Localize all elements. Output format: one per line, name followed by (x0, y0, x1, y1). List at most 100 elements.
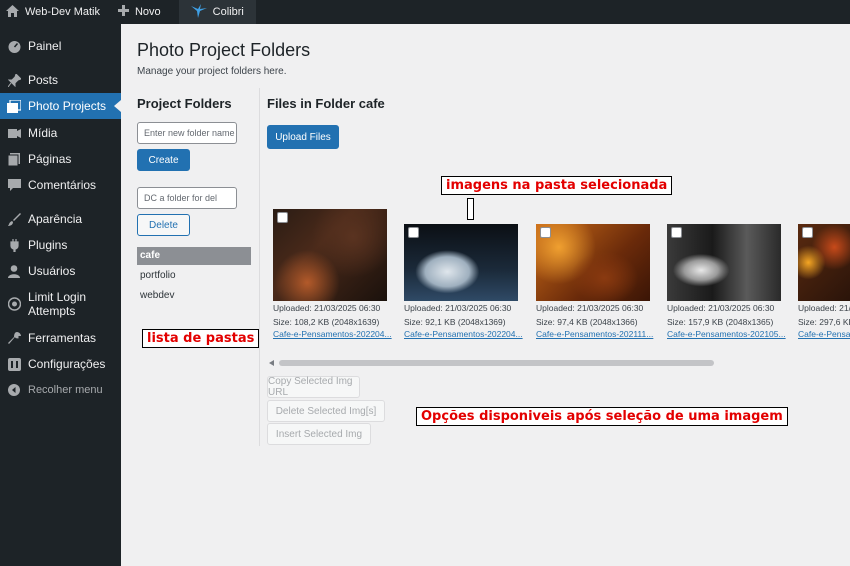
folder-item-cafe[interactable]: cafe (137, 247, 251, 265)
colibri-link[interactable]: Colibri (178, 0, 256, 24)
file-name-link[interactable]: Cafe-e-Pensa... (798, 329, 850, 339)
settings-icon (7, 357, 21, 371)
sidebar-item-label: Configurações (28, 357, 106, 371)
sidebar-item-label: Recolher menu (28, 384, 103, 396)
site-name-label: Web-Dev Matik (25, 6, 100, 18)
sidebar-item-comentarios[interactable]: Comentários (0, 173, 121, 197)
comment-icon (7, 178, 21, 192)
page-subtitle: Manage your project folders here. (137, 66, 287, 77)
select-checkbox[interactable] (277, 212, 288, 223)
file-card[interactable]: Uploaded: 21/03/2025 06:30 Size: 92,1 KB… (404, 224, 526, 339)
file-card[interactable]: Uploaded: 21/03/2025 06:30 Size: 97,4 KB… (536, 224, 658, 339)
user-icon (7, 264, 21, 278)
sidebar-item-configuracoes[interactable]: Configurações (0, 352, 121, 376)
collapse-menu-button[interactable]: Recolher menu (0, 378, 121, 402)
select-checkbox[interactable] (671, 227, 682, 238)
file-card[interactable]: Uploaded: 21/03/2025 06:30 Size: 108,2 K… (273, 209, 395, 339)
file-thumbnail[interactable] (667, 224, 781, 301)
sidebar-item-paginas[interactable]: Páginas (0, 147, 121, 171)
new-label: Novo (134, 6, 161, 18)
file-size: Size: 157,9 KB (2048x1365) (667, 317, 774, 327)
plus-icon (117, 5, 135, 19)
file-name-link[interactable]: Cafe-e-Pensamentos-202204... (404, 329, 526, 339)
annotation-options: Opções disponiveis após seleção de uma i… (416, 407, 788, 426)
sidebar-item-label: Comentários (28, 178, 97, 192)
file-uploaded: Uploaded: 21/03/2025 06:30 (536, 303, 644, 313)
file-size: Size: 97,4 KB (2048x1366) (536, 317, 638, 327)
files-horizontal-scrollbar[interactable] (267, 358, 850, 368)
annotation-images: imagens na pasta selecionada (441, 176, 673, 195)
pin-icon (7, 73, 21, 87)
file-size: Size: 92,1 KB (2048x1369) (404, 317, 506, 327)
delete-folder-input[interactable]: DC a folder for del (137, 187, 237, 209)
file-uploaded: Uploaded: 21/03/2025 06:30 (798, 303, 850, 313)
new-folder-input[interactable]: Enter new folder name (137, 122, 237, 144)
sidebar-item-painel[interactable]: Painel (0, 34, 121, 58)
select-checkbox[interactable] (802, 227, 813, 238)
new-content-link[interactable]: Novo (112, 0, 167, 24)
delete-folder-button[interactable]: Delete (137, 214, 190, 236)
sidebar-item-limit-login[interactable]: Limit Login Attempts (0, 289, 121, 319)
brush-icon (7, 212, 21, 226)
pages-icon (7, 152, 21, 166)
folder-item-webdev[interactable]: webdev (137, 287, 251, 305)
folders-heading: Project Folders (137, 96, 232, 111)
file-thumbnail[interactable] (798, 224, 850, 301)
dashboard-icon (7, 39, 21, 53)
file-uploaded: Uploaded: 21/03/2025 06:30 (404, 303, 512, 313)
select-checkbox[interactable] (408, 227, 419, 238)
plugin-icon (7, 238, 21, 252)
annotation-pointer (467, 198, 474, 220)
wrench-icon (7, 331, 21, 345)
sidebar-item-label: Aparência (28, 212, 83, 226)
sidebar-item-label: Páginas (28, 152, 72, 166)
sidebar-item-label: Posts (28, 73, 59, 87)
file-thumbnail[interactable] (536, 224, 650, 301)
sidebar-item-label: Painel (28, 39, 62, 53)
colibri-label: Colibri (212, 6, 244, 18)
delete-images-button[interactable]: Delete Selected Img[s] (267, 400, 385, 422)
annotation-folders: lista de pastas (142, 329, 260, 348)
sidebar-item-label: Ferramentas (28, 331, 97, 345)
home-icon (6, 4, 25, 20)
file-uploaded: Uploaded: 21/03/2025 06:30 (667, 303, 775, 313)
sidebar-item-usuarios[interactable]: Usuários (0, 259, 121, 283)
sidebar-item-aparencia[interactable]: Aparência (0, 207, 121, 231)
file-thumbnail[interactable] (273, 209, 387, 301)
images-icon (7, 99, 21, 113)
column-divider (259, 88, 260, 446)
file-size: Size: 297,6 KB (798, 317, 850, 327)
select-checkbox[interactable] (540, 227, 551, 238)
scroll-left-arrow-icon[interactable] (269, 360, 274, 366)
sidebar-item-posts[interactable]: Posts (0, 68, 121, 92)
create-folder-button[interactable]: Create (137, 149, 190, 171)
shield-icon (7, 297, 21, 311)
sidebar-item-label: Photo Projects (28, 99, 107, 113)
sidebar-item-label: Plugins (28, 238, 68, 252)
sidebar-item-label: Mídia (28, 126, 58, 140)
scroll-thumb[interactable] (279, 360, 714, 366)
admin-bar: Web-Dev Matik Novo Colibri (0, 0, 850, 24)
file-card[interactable]: Uploaded: 21/03/2025 06:30 Size: 157,9 K… (667, 224, 789, 339)
sidebar-item-photo-projects[interactable]: Photo Projects (0, 93, 121, 119)
copy-url-button[interactable]: Copy Selected Img URL (267, 376, 360, 398)
file-card[interactable]: Uploaded: 21/03/2025 06:30 Size: 297,6 K… (798, 224, 850, 339)
file-name-link[interactable]: Cafe-e-Pensamentos-202105... (667, 329, 789, 339)
folder-item-portfolio[interactable]: portfolio (137, 267, 251, 285)
file-thumbnail[interactable] (404, 224, 518, 301)
sidebar-item-plugins[interactable]: Plugins (0, 233, 121, 257)
media-icon (7, 126, 21, 140)
hummingbird-icon (190, 3, 213, 21)
insert-image-button[interactable]: Insert Selected Img (267, 423, 371, 445)
page-title: Photo Project Folders (137, 40, 311, 60)
file-uploaded: Uploaded: 21/03/2025 06:30 (273, 303, 381, 313)
file-name-link[interactable]: Cafe-e-Pensamentos-202204... (273, 329, 395, 339)
admin-sidebar: Painel Posts Photo Projects Mídia Página… (0, 24, 121, 566)
sidebar-item-midia[interactable]: Mídia (0, 121, 121, 145)
sidebar-item-ferramentas[interactable]: Ferramentas (0, 326, 121, 350)
site-name-link[interactable]: Web-Dev Matik (0, 0, 106, 24)
file-name-link[interactable]: Cafe-e-Pensamentos-202111... (536, 329, 658, 339)
upload-files-button[interactable]: Upload Files (267, 125, 339, 149)
main-content: Photo Project Folders Manage your projec… (121, 24, 850, 566)
collapse-icon (7, 383, 21, 397)
